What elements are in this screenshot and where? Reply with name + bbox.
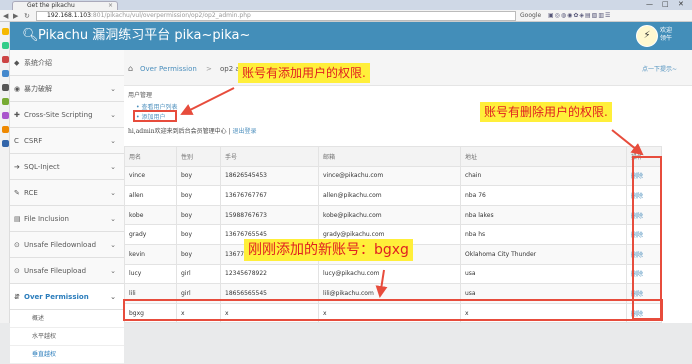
chevron-down-icon: ⌄: [110, 137, 116, 145]
chevron-down-icon: ⌄: [110, 241, 116, 249]
bookmark-icon[interactable]: [2, 70, 9, 77]
sidebar-item-bruteforce[interactable]: ◉ 暴力破解 ⌄: [10, 76, 124, 102]
bookmark-icon[interactable]: [2, 42, 9, 49]
table-row: vince boy 18626545453 vince@pikachu.com chai…: [124, 165, 662, 187]
tab-close-icon[interactable]: ×: [108, 2, 113, 10]
sidebar: ◆ 系统介绍 ◉ 暴力破解 ⌄ ✚ Cross-Site Scripting ⌄ C CSR…: [10, 50, 124, 364]
home-icon[interactable]: ⌂: [128, 64, 133, 74]
table-row: allen boy 13676767767 allen@pikachu.com nba …: [124, 185, 662, 206]
chevron-down-icon: ⌄: [110, 267, 116, 275]
breadcrumb: ⌂ Over Permission > op2 admin 点一下提示~: [124, 50, 692, 86]
sidebar-item-filedownload[interactable]: ⊙ Unsafe Filedownload ⌄: [10, 232, 124, 258]
bookmark-icon[interactable]: [2, 112, 9, 119]
avatar[interactable]: ⚡: [636, 25, 658, 47]
url-path: :801/pikachu/vul/overpermission/op2/op2_…: [90, 12, 251, 19]
url-field[interactable]: 192.168.1.103:801/pikachu/vul/overpermis…: [36, 11, 516, 21]
tab-title: Get the pikachu: [27, 2, 75, 9]
sidebar-subitem-overview[interactable]: 概述: [10, 310, 124, 328]
side-bookmark-bar: [0, 22, 10, 323]
add-permission-callout: 账号有添加用户的权限.: [238, 63, 370, 83]
download-icon: ⊙: [14, 241, 20, 249]
reload-icon[interactable]: ↻: [24, 11, 30, 21]
chevron-down-icon: ⌄: [110, 111, 116, 119]
close-window-icon[interactable]: ✕: [678, 0, 684, 9]
bookmark-icon[interactable]: [2, 84, 9, 91]
chevron-down-icon: ⌄: [110, 293, 116, 301]
col-email: 邮箱: [318, 146, 461, 167]
welcome-text: hi,admin欢迎来到后台会员管理中心 | 退出登录: [128, 128, 257, 135]
lock-icon: ◉: [14, 85, 21, 93]
sidebar-item-file-inclusion[interactable]: ▤ File Inclusion ⌄: [10, 206, 124, 232]
sidebar-item-xss[interactable]: ✚ Cross-Site Scripting ⌄: [10, 102, 124, 128]
back-icon[interactable]: ◀: [3, 11, 8, 21]
search-icon: 🔍︎: [22, 28, 39, 43]
welcome-label[interactable]: 欢迎 领午: [660, 27, 672, 43]
bookmark-icon[interactable]: [2, 28, 9, 35]
col-username: 用名: [124, 146, 177, 167]
logout-link[interactable]: 退出登录: [232, 128, 256, 135]
search-engine-label[interactable]: Google: [520, 12, 541, 20]
delete-column-highlight-box: [632, 156, 662, 320]
forward-icon[interactable]: ▶: [13, 11, 18, 21]
chevron-down-icon: ⌄: [110, 189, 116, 197]
breadcrumb-separator: >: [206, 65, 212, 73]
site-title[interactable]: Pikachu 漏洞练习平台 pika~pika~: [38, 28, 250, 44]
sidebar-item-rce[interactable]: ✎ RCE ⌄: [10, 180, 124, 206]
minimize-icon[interactable]: —: [646, 0, 653, 9]
sidebar-subitem-vertical[interactable]: 垂直越权: [10, 346, 124, 364]
col-phone: 手号: [220, 146, 319, 167]
col-address: 地址: [460, 146, 627, 167]
arrow-icon: ➔: [14, 163, 20, 171]
chevron-down-icon: ⌄: [110, 85, 116, 93]
chevron-down-icon: ⌄: [110, 163, 116, 171]
bookmark-icon[interactable]: [2, 140, 9, 147]
sidebar-item-csrf[interactable]: C CSRF ⌄: [10, 128, 124, 154]
top-navbar: 🔍︎ Pikachu 漏洞练习平台 pika~pika~ ⚡ 欢迎 领午: [10, 22, 692, 50]
browser-tab[interactable]: Get the pikachu ×: [12, 1, 118, 10]
section-title: 用户管理: [128, 92, 153, 99]
sidebar-item-fileupload[interactable]: ⊙ Unsafe Fileupload ⌄: [10, 258, 124, 284]
sidebar-item-sqli[interactable]: ➔ SQL-Inject ⌄: [10, 154, 124, 180]
breadcrumb-link[interactable]: Over Permission: [140, 65, 197, 74]
chevron-down-icon: ⌄: [110, 215, 116, 223]
new-account-callout: 刚刚添加的新账号：bgxg: [244, 239, 413, 261]
sidebar-subitem-horizontal[interactable]: 水平越权: [10, 328, 124, 346]
info-icon: ◆: [14, 59, 20, 67]
maximize-icon[interactable]: □: [662, 0, 669, 9]
file-icon: ▤: [14, 215, 21, 223]
sidebar-item-intro[interactable]: ◆ 系统介绍: [10, 50, 124, 76]
extension-icons[interactable]: ▣◎◍◉✿◈▤▧▥☰: [548, 12, 611, 20]
browser-tab-bar: Get the pikachu × — □ ✕: [0, 0, 692, 10]
sort-icon: ⇵: [14, 293, 20, 301]
url-host: 192.168.1.103: [47, 12, 91, 19]
delete-permission-callout: 账号有删除用户的权限.: [480, 102, 612, 122]
bookmark-icon[interactable]: [2, 98, 9, 105]
upload-icon: ⊙: [14, 267, 20, 275]
bookmark-icon[interactable]: [2, 126, 9, 133]
address-bar-row: ◀ ▶ ↻ 192.168.1.103:801/pikachu/vul/over…: [0, 10, 692, 22]
add-user-highlight-box: [133, 110, 177, 122]
bookmark-icon[interactable]: [2, 56, 9, 63]
new-account-highlight-box: [123, 299, 663, 321]
user-table: 用名 性别 手号 邮箱 地址 操作 vince boy 18626545453 vin…: [124, 146, 662, 324]
table-row: lucy girl 12345678922 lucy@pikachu.com usa 删除: [124, 263, 662, 285]
table-header-row: 用名 性别 手号 邮箱 地址 操作: [124, 146, 662, 167]
pencil-icon: ✎: [14, 189, 20, 197]
csrf-icon: C: [14, 137, 19, 145]
table-row: kobe boy 15988767673 kobe@pikachu.com nba la…: [124, 204, 662, 226]
cross-icon: ✚: [14, 111, 20, 119]
sidebar-item-over-permission[interactable]: ⇵ Over Permission ⌄: [10, 284, 124, 310]
col-gender: 性别: [176, 146, 221, 167]
hint-link[interactable]: 点一下提示~: [642, 65, 677, 74]
